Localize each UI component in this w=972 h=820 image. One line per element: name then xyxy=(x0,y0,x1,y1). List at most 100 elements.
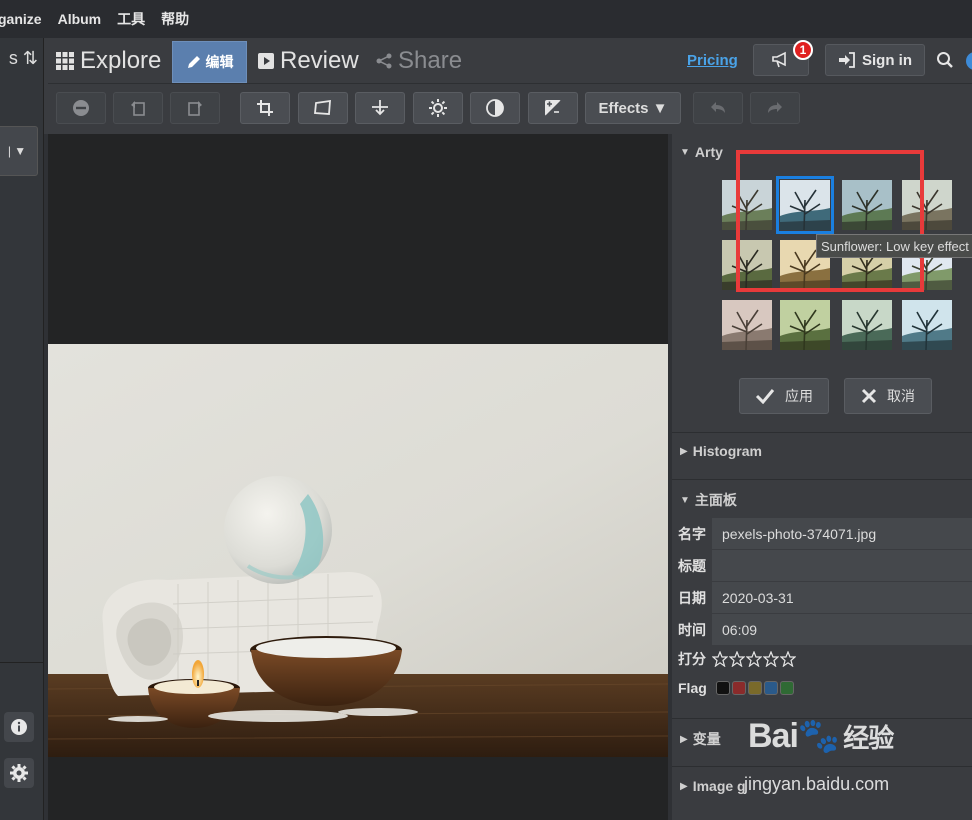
star-rating[interactable] xyxy=(712,651,797,667)
name-label: 名字 xyxy=(678,526,706,542)
flag-color-swatch[interactable] xyxy=(716,681,730,695)
date-field[interactable]: 2020-03-31 xyxy=(712,582,972,614)
name-field[interactable]: pexels-photo-374071.jpg xyxy=(712,518,972,550)
tab-edit-label: 编辑 xyxy=(205,54,234,70)
undo-icon xyxy=(711,102,725,113)
crop-button[interactable] xyxy=(240,92,290,124)
section-divider xyxy=(672,718,972,719)
star-icon[interactable] xyxy=(763,651,779,667)
sun-icon xyxy=(429,99,447,117)
redo-button[interactable] xyxy=(750,92,800,124)
adjust-button[interactable] xyxy=(413,92,463,124)
contrast-button[interactable] xyxy=(470,92,520,124)
rotate-right-button[interactable] xyxy=(170,92,220,124)
image-gallery-section-header[interactable]: ▶ Image g xyxy=(680,778,746,794)
arty-effect-thumbnail[interactable] xyxy=(842,300,892,350)
date-label: 日期 xyxy=(678,590,706,606)
menu-organize[interactable]: ganize xyxy=(0,11,42,27)
image-canvas[interactable] xyxy=(48,134,668,820)
contrast-icon xyxy=(486,99,504,117)
pencil-icon xyxy=(187,56,200,68)
undo-button[interactable] xyxy=(693,92,743,124)
cancel-button[interactable]: 取消 xyxy=(844,378,932,414)
rating-label: 打分 xyxy=(678,651,706,667)
info-button[interactable] xyxy=(4,712,34,742)
prop-row-rating: 打分 xyxy=(672,645,972,673)
rotate-left-button[interactable] xyxy=(113,92,163,124)
sign-in-label: Sign in xyxy=(862,51,912,69)
view-selector[interactable]: | ▼ xyxy=(0,126,38,176)
histogram-section-header[interactable]: ▶ Histogram xyxy=(680,443,762,459)
section-divider xyxy=(672,432,972,433)
play-square-icon xyxy=(258,53,274,69)
flag-color-swatch[interactable] xyxy=(732,681,746,695)
straighten-button[interactable] xyxy=(355,92,405,124)
photo-preview xyxy=(48,344,668,757)
checkmark-icon xyxy=(755,389,775,404)
sign-in-button[interactable]: Sign in xyxy=(825,44,925,76)
image-gallery-title: Image g xyxy=(692,778,746,794)
sidebar-divider xyxy=(0,662,44,663)
menu-help[interactable]: 帮助 xyxy=(161,9,189,29)
flag-color-swatch[interactable] xyxy=(748,681,762,695)
arty-effect-thumbnail[interactable] xyxy=(722,300,772,350)
gear-icon xyxy=(10,764,28,782)
user-avatar-edge[interactable] xyxy=(966,52,972,70)
star-icon[interactable] xyxy=(780,651,796,667)
time-field[interactable]: 06:09 xyxy=(712,614,972,646)
sort-arrows-icon[interactable]: s ⇅ xyxy=(0,48,44,69)
left-sidebar: s ⇅ | ▼ xyxy=(0,38,44,820)
star-icon[interactable] xyxy=(746,651,762,667)
level-icon xyxy=(372,100,388,116)
info-icon xyxy=(11,719,27,735)
section-divider xyxy=(672,766,972,767)
section-divider xyxy=(672,479,972,480)
settings-button[interactable] xyxy=(4,758,34,788)
arty-title: Arty xyxy=(694,144,723,160)
main-panel-section-header[interactable]: ▼ 主面板 xyxy=(680,490,737,510)
effects-dropdown[interactable]: Effects ▼ xyxy=(585,92,681,124)
tab-explore-label: Explore xyxy=(80,47,162,74)
close-icon xyxy=(861,388,877,404)
star-icon[interactable] xyxy=(729,651,745,667)
triangle-right-icon: ▶ xyxy=(680,780,688,792)
perspective-button[interactable] xyxy=(298,92,348,124)
main-panel-title: 主面板 xyxy=(694,492,737,508)
tab-edit[interactable]: 编辑 xyxy=(172,41,247,83)
apply-label: 应用 xyxy=(785,388,813,404)
menu-album[interactable]: Album xyxy=(58,11,102,27)
tab-review[interactable]: Review xyxy=(258,38,359,84)
rotate-left-icon xyxy=(131,101,145,116)
remove-button[interactable] xyxy=(56,92,106,124)
variables-section-header[interactable]: ▶ 变量 xyxy=(680,729,721,749)
flag-selector[interactable] xyxy=(716,681,796,695)
share-icon xyxy=(376,53,392,69)
tab-share[interactable]: Share xyxy=(376,38,462,84)
star-icon[interactable] xyxy=(712,651,728,667)
exposure-button[interactable] xyxy=(528,92,578,124)
top-nav: Explore 编辑 Review Share Pricing 1 Sign i… xyxy=(48,38,972,84)
search-icon[interactable] xyxy=(936,51,954,69)
tab-explore[interactable]: Explore xyxy=(56,38,161,84)
flag-color-swatch[interactable] xyxy=(780,681,794,695)
apply-button[interactable]: 应用 xyxy=(739,378,829,414)
effect-tooltip: Sunflower: Low key effect xyxy=(816,234,972,258)
pricing-link[interactable]: Pricing xyxy=(687,52,738,69)
triangle-down-icon: ▼ xyxy=(680,146,690,158)
app-window: ganize Album 工具 帮助 s ⇅ | ▼ Explore 编辑 Re… xyxy=(0,0,972,820)
flag-label: Flag xyxy=(678,680,707,696)
histogram-title: Histogram xyxy=(692,443,762,459)
flag-color-swatch[interactable] xyxy=(764,681,778,695)
exposure-icon xyxy=(545,100,561,116)
arty-effect-thumbnail[interactable] xyxy=(902,300,952,350)
prop-row-flag: Flag xyxy=(672,674,972,702)
minus-circle-icon xyxy=(73,100,89,116)
title-field[interactable] xyxy=(712,550,972,582)
triangle-down-icon: ▼ xyxy=(680,494,690,506)
menu-tools[interactable]: 工具 xyxy=(117,9,145,29)
perspective-icon xyxy=(314,100,331,115)
arty-section-header[interactable]: ▼ Arty xyxy=(680,144,723,160)
arty-effect-thumbnail[interactable] xyxy=(780,300,830,350)
crop-icon xyxy=(257,100,273,116)
right-panel: ▼ Arty Sunflower: Low key effect 应用 取消 ▶… xyxy=(672,134,972,820)
